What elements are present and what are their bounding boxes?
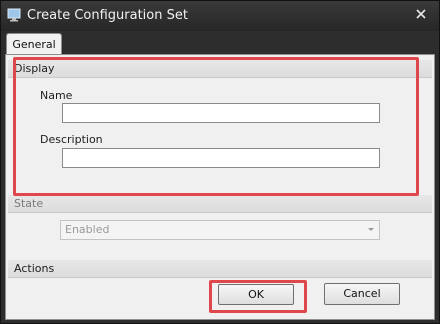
dialog-window: Create Configuration Set General Display… [0,0,440,324]
title-bar[interactable]: Create Configuration Set [1,1,439,31]
actions-group-header: Actions [8,260,432,278]
state-select-value: Enabled [65,223,110,236]
state-select[interactable]: Enabled [60,220,380,240]
display-group: Display Name Description [8,60,432,192]
chevron-down-icon [368,228,374,231]
display-group-header: Display [8,60,432,78]
tab-content-panel: Display Name Description State Enabled A… [5,54,435,320]
description-field[interactable] [62,148,380,168]
window-title: Create Configuration Set [27,8,188,23]
description-label: Description [40,133,103,146]
ok-button[interactable]: OK [218,284,294,305]
close-button[interactable] [411,5,431,25]
name-field[interactable] [62,103,380,123]
cancel-button[interactable]: Cancel [324,283,400,305]
name-label: Name [40,89,73,102]
actions-group: Actions OK Cancel [8,260,432,318]
state-group: State Enabled [8,195,432,257]
tab-general[interactable]: General [6,33,62,55]
monitor-icon [7,8,21,22]
close-icon [416,8,426,22]
state-group-header: State [8,195,432,213]
